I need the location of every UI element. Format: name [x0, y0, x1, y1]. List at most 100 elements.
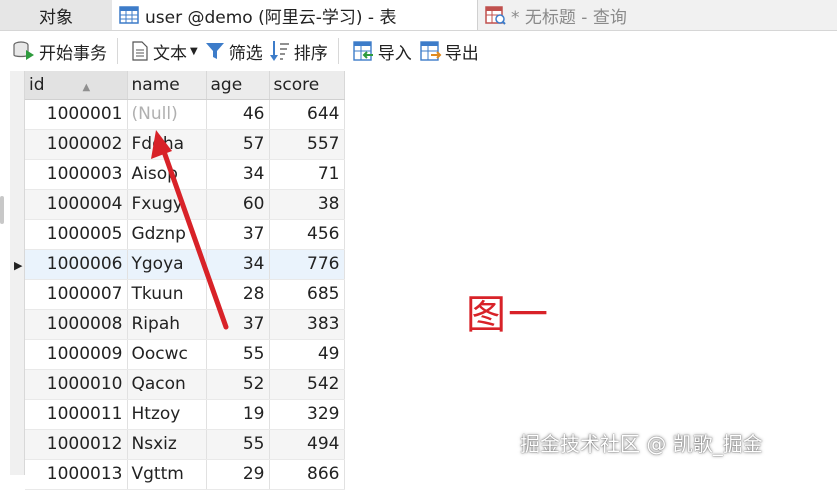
header-row: id ▲ name age score	[25, 71, 345, 100]
cell-score[interactable]: 557	[269, 129, 345, 160]
cell-name[interactable]: Qacon	[127, 369, 207, 400]
row-selector-gutter[interactable]	[10, 71, 25, 475]
cell-id[interactable]: 1000004	[25, 189, 128, 220]
table-row[interactable]: 1000002 Fdqha 57 557	[25, 129, 345, 160]
cell-name[interactable]: Ygoya	[127, 249, 207, 280]
cell-name[interactable]: Fdqha	[127, 129, 207, 160]
cell-score[interactable]: 866	[269, 459, 345, 490]
cell-name[interactable]: Fxugy	[127, 189, 207, 220]
panel-resize-handle[interactable]	[0, 196, 4, 224]
cell-age[interactable]: 37	[206, 309, 270, 340]
table-row[interactable]: 1000008 Ripah 37 383	[25, 309, 345, 340]
table-row[interactable]: 1000009 Oocwc 55 49	[25, 339, 345, 370]
tab-objects[interactable]: 对象	[0, 0, 113, 30]
cell-name[interactable]: Aisop	[127, 159, 207, 190]
cell-age[interactable]: 55	[206, 429, 270, 460]
cell-id[interactable]: 1000006	[25, 249, 128, 280]
sort-button[interactable]: 排序	[269, 31, 328, 71]
cell-name[interactable]: Htzoy	[127, 399, 207, 430]
cell-score[interactable]: 383	[269, 309, 345, 340]
cell-age[interactable]: 55	[206, 339, 270, 370]
cell-age[interactable]: 37	[206, 219, 270, 250]
table-row[interactable]: 1000010 Qacon 52 542	[25, 369, 345, 400]
cell-id[interactable]: 1000001	[25, 99, 128, 130]
column-header-label: name	[131, 74, 180, 95]
tab-user-table[interactable]: user @demo (阿里云-学习) - 表	[112, 0, 478, 30]
column-header-id[interactable]: id ▲	[25, 71, 128, 100]
cell-score[interactable]: 38	[269, 189, 345, 220]
tab-objects-label: 对象	[39, 7, 73, 28]
table-row-selected[interactable]: 1000006 Ygoya 34 776	[25, 249, 345, 280]
cell-name[interactable]: Gdznp	[127, 219, 207, 250]
cell-name[interactable]: (Null)	[127, 99, 207, 130]
cell-id[interactable]: 1000007	[25, 279, 128, 310]
column-header-label: score	[273, 74, 320, 95]
cell-age[interactable]: 46	[206, 99, 270, 130]
table-row[interactable]: 1000012 Nsxiz 55 494	[25, 429, 345, 460]
cell-id[interactable]: 1000002	[25, 129, 128, 160]
cell-score[interactable]: 456	[269, 219, 345, 250]
cell-age[interactable]: 60	[206, 189, 270, 220]
cell-name[interactable]: Vgttm	[127, 459, 207, 490]
cell-id[interactable]: 1000003	[25, 159, 128, 190]
text-button[interactable]: 文本 ▼	[130, 31, 198, 71]
cell-score[interactable]: 494	[269, 429, 345, 460]
toolbar: 开始事务 文本 ▼ 筛选 排序 导入 导出	[0, 31, 837, 71]
cell-id[interactable]: 1000013	[25, 459, 128, 490]
cell-age[interactable]: 57	[206, 129, 270, 160]
column-header-score[interactable]: score	[269, 71, 345, 100]
export-icon	[420, 41, 442, 61]
begin-transaction-label: 开始事务	[39, 43, 107, 64]
cell-id[interactable]: 1000008	[25, 309, 128, 340]
column-header-name[interactable]: name	[127, 71, 207, 100]
filter-label: 筛选	[228, 43, 263, 64]
cell-score[interactable]: 644	[269, 99, 345, 130]
table-row[interactable]: 1000005 Gdznp 37 456	[25, 219, 345, 250]
cell-age[interactable]: 19	[206, 399, 270, 430]
begin-transaction-button[interactable]: 开始事务	[12, 31, 107, 71]
column-header-label: id	[29, 74, 45, 95]
cell-id[interactable]: 1000009	[25, 339, 128, 370]
table-row[interactable]: 1000001 (Null) 46 644	[25, 99, 345, 130]
table-row[interactable]: 1000011 Htzoy 19 329	[25, 399, 345, 430]
query-icon	[485, 6, 506, 25]
cell-age[interactable]: 34	[206, 159, 270, 190]
cell-name[interactable]: Tkuun	[127, 279, 207, 310]
cell-score[interactable]: 49	[269, 339, 345, 370]
cell-age[interactable]: 28	[206, 279, 270, 310]
cell-id[interactable]: 1000012	[25, 429, 128, 460]
export-button[interactable]: 导出	[418, 31, 479, 71]
cell-score[interactable]: 776	[269, 249, 345, 280]
cell-score[interactable]: 71	[269, 159, 345, 190]
filter-button[interactable]: 筛选	[204, 31, 263, 71]
table-row[interactable]: 1000003 Aisop 34 71	[25, 159, 345, 190]
tab-bar: 对象 user @demo (阿里云-学习) - 表 * 无标题 - 查询	[0, 0, 837, 31]
export-label: 导出	[444, 43, 479, 64]
tab-user-table-label: user @demo (阿里云-学习) - 表	[145, 7, 397, 28]
import-button[interactable]: 导入	[351, 31, 412, 71]
sort-label: 排序	[293, 43, 328, 64]
cell-id[interactable]: 1000005	[25, 219, 128, 250]
cell-score[interactable]: 542	[269, 369, 345, 400]
cell-name[interactable]: Ripah	[127, 309, 207, 340]
cell-age[interactable]: 52	[206, 369, 270, 400]
cell-age[interactable]: 34	[206, 249, 270, 280]
table-row[interactable]: 1000007 Tkuun 28 685	[25, 279, 345, 310]
current-row-indicator-icon: ▶	[14, 259, 23, 272]
cell-score[interactable]: 329	[269, 399, 345, 430]
cell-age[interactable]: 29	[206, 459, 270, 490]
sort-icon	[269, 41, 289, 61]
cell-score[interactable]: 685	[269, 279, 345, 310]
cell-id[interactable]: 1000010	[25, 369, 128, 400]
table-row[interactable]: 1000013 Vgttm 29 866	[25, 459, 345, 490]
cell-name[interactable]: Oocwc	[127, 339, 207, 370]
import-label: 导入	[377, 43, 412, 64]
column-header-age[interactable]: age	[206, 71, 270, 100]
table-row[interactable]: 1000004 Fxugy 60 38	[25, 189, 345, 220]
tab-untitled-query[interactable]: * 无标题 - 查询	[478, 0, 837, 30]
table-icon	[119, 6, 139, 24]
cell-name[interactable]: Nsxiz	[127, 429, 207, 460]
cell-id[interactable]: 1000011	[25, 399, 128, 430]
tab-untitled-query-label: * 无标题 - 查询	[511, 7, 627, 28]
chevron-down-icon[interactable]: ▼	[190, 46, 198, 57]
